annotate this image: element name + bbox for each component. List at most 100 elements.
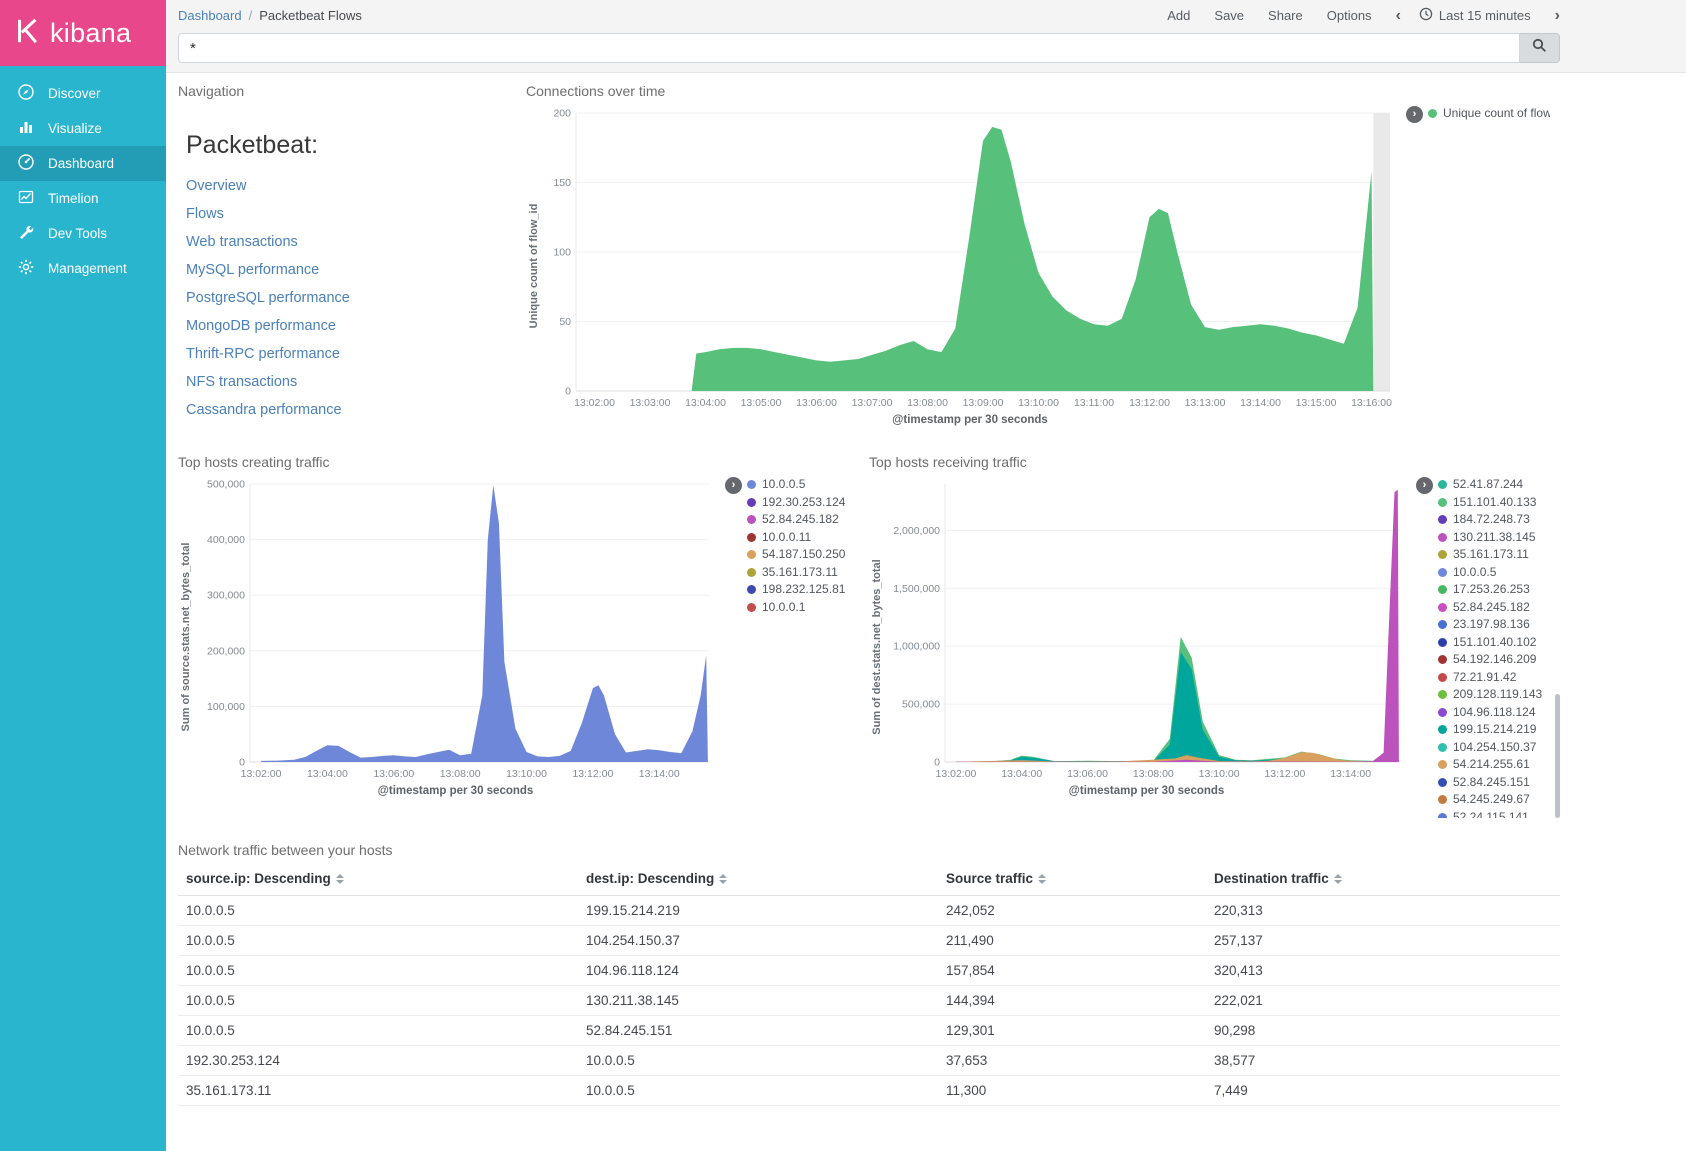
svg-text:13:08:00: 13:08:00 (907, 397, 948, 409)
legend-item[interactable]: 209.128.119.143 (1438, 686, 1542, 704)
legend-color-dot (1438, 795, 1447, 804)
receiving-traffic-area-chart[interactable]: 0500,0001,000,0001,500,0002,000,00013:02… (885, 476, 1408, 782)
time-back-button[interactable]: ‹ (1396, 8, 1401, 24)
breadcrumb: Dashboard / Packetbeat Flows Add Save Sh… (178, 0, 1560, 31)
kibana-logo[interactable]: kibana (0, 0, 166, 66)
legend-item[interactable]: 52.41.87.244 (1438, 476, 1542, 494)
sort-icon (1334, 874, 1342, 884)
legend-color-dot (747, 498, 756, 507)
legend-item[interactable]: 10.0.0.5 (1438, 564, 1542, 582)
legend-scrollbar[interactable] (1555, 694, 1560, 818)
svg-text:13:03:00: 13:03:00 (630, 397, 671, 409)
svg-text:13:05:00: 13:05:00 (741, 397, 782, 409)
svg-text:200: 200 (553, 108, 571, 120)
svg-text:13:04:00: 13:04:00 (685, 397, 726, 409)
nav-link-flows[interactable]: Flows (186, 200, 526, 228)
legend-toggle-button[interactable]: › (1416, 477, 1433, 494)
legend-toggle-button[interactable]: › (1406, 106, 1423, 123)
timepicker-button[interactable]: Last 15 minutes (1419, 7, 1531, 24)
table-cell: 11,300 (938, 1076, 1206, 1106)
nav-link-mysql-performance[interactable]: MySQL performance (186, 256, 526, 284)
add-button[interactable]: Add (1167, 8, 1190, 23)
table-cell: 7,449 (1206, 1076, 1560, 1106)
options-button[interactable]: Options (1327, 8, 1372, 23)
table-row: 35.161.173.1110.0.0.511,3007,449 (178, 1076, 1560, 1106)
legend-item[interactable]: 10.0.0.5 (747, 476, 845, 494)
panel-title: Top hosts receiving traffic (869, 452, 1560, 474)
column-header-dest-ip[interactable]: dest.ip: Descending (578, 862, 938, 896)
breadcrumb-dashboard-link[interactable]: Dashboard (178, 8, 242, 23)
legend-item[interactable]: 104.254.150.37 (1438, 739, 1542, 757)
legend-item[interactable]: 10.0.0.11 (747, 529, 845, 547)
sidebar-item-dev-tools[interactable]: Dev Tools (0, 216, 166, 251)
svg-text:50: 50 (559, 316, 571, 328)
nav-link-cassandra-performance[interactable]: Cassandra performance (186, 396, 526, 424)
nav-link-postgresql-performance[interactable]: PostgreSQL performance (186, 284, 526, 312)
sidebar-item-label: Management (48, 261, 127, 276)
connections-area-chart[interactable]: 05010015020013:02:0013:03:0013:04:0013:0… (542, 105, 1398, 411)
column-header-destination-traffic[interactable]: Destination traffic (1206, 862, 1560, 896)
legend-item[interactable]: 192.30.253.124 (747, 494, 845, 512)
sidebar-item-discover[interactable]: Discover (0, 76, 166, 111)
nav-link-web-transactions[interactable]: Web transactions (186, 228, 526, 256)
legend-item[interactable]: 52.24.115.141 (1438, 809, 1542, 819)
legend-item[interactable]: 35.161.173.11 (1438, 546, 1542, 564)
legend-label: 10.0.0.11 (762, 529, 811, 547)
svg-text:13:08:00: 13:08:00 (440, 768, 481, 780)
table-row: 10.0.0.5130.211.38.145144,394222,021 (178, 986, 1560, 1016)
sidebar-item-visualize[interactable]: Visualize (0, 111, 166, 146)
table-cell: 104.96.118.124 (578, 956, 938, 986)
panel-navigation: Navigation Packetbeat: OverviewFlowsWeb … (178, 81, 526, 426)
share-button[interactable]: Share (1268, 8, 1303, 23)
column-header-source-traffic[interactable]: Source traffic (938, 862, 1206, 896)
legend-item[interactable]: 10.0.0.1 (747, 599, 845, 617)
legend-item[interactable]: 35.161.173.11 (747, 564, 845, 582)
legend-item[interactable]: 198.232.125.81 (747, 581, 845, 599)
nav-link-thrift-rpc-performance[interactable]: Thrift-RPC performance (186, 340, 526, 368)
sidebar-item-dashboard[interactable]: Dashboard (0, 146, 166, 181)
legend-item[interactable]: 17.253.26.253 (1438, 581, 1542, 599)
legend-item[interactable]: 130.211.38.145 (1438, 529, 1542, 547)
legend-color-dot (1438, 480, 1447, 489)
table-cell: 104.254.150.37 (578, 926, 938, 956)
legend-item[interactable]: Unique count of flow... (1428, 105, 1550, 123)
legend-item[interactable]: 54.187.150.250 (747, 546, 845, 564)
search-input[interactable] (178, 33, 1520, 63)
timeseries-icon (17, 188, 35, 209)
legend-item[interactable]: 54.214.255.61 (1438, 756, 1542, 774)
legend-item[interactable]: 104.96.118.124 (1438, 704, 1542, 722)
legend-item[interactable]: 151.101.40.102 (1438, 634, 1542, 652)
save-button[interactable]: Save (1214, 8, 1244, 23)
sort-icon (719, 874, 727, 884)
time-forward-button[interactable]: › (1555, 8, 1560, 24)
legend-toggle-button[interactable]: › (725, 477, 742, 494)
sidebar-item-management[interactable]: Management (0, 251, 166, 286)
nav-link-nfs-transactions[interactable]: NFS transactions (186, 368, 526, 396)
sidebar-menu: Discover Visualize Dashboard Timelion De… (0, 66, 166, 286)
traffic-table: source.ip: Descending dest.ip: Descendin… (178, 862, 1560, 1106)
search-button[interactable] (1520, 33, 1560, 63)
sidebar-item-timelion[interactable]: Timelion (0, 181, 166, 216)
svg-text:13:04:00: 13:04:00 (1001, 768, 1042, 780)
legend-item[interactable]: 23.197.98.136 (1438, 616, 1542, 634)
legend-color-dot (747, 603, 756, 612)
legend-item[interactable]: 199.15.214.219 (1438, 721, 1542, 739)
nav-link-overview[interactable]: Overview (186, 172, 526, 200)
svg-text:13:13:00: 13:13:00 (1185, 397, 1226, 409)
legend-item[interactable]: 52.84.245.151 (1438, 774, 1542, 792)
nav-link-mongodb-performance[interactable]: MongoDB performance (186, 312, 526, 340)
legend-item[interactable]: 151.101.40.133 (1438, 494, 1542, 512)
column-header-source-ip[interactable]: source.ip: Descending (178, 862, 578, 896)
legend-item[interactable]: 52.84.245.182 (747, 511, 845, 529)
legend-item[interactable]: 184.72.248.73 (1438, 511, 1542, 529)
creating-traffic-area-chart[interactable]: 0100,000200,000300,000400,000500,00013:0… (194, 476, 717, 782)
navigation-heading: Packetbeat: (178, 131, 526, 160)
legend-item[interactable]: 72.21.91.42 (1438, 669, 1542, 687)
x-axis-title: @timestamp per 30 seconds (378, 785, 534, 797)
panel-top-hosts-creating-traffic: Top hosts creating traffic Sum of source… (178, 452, 869, 818)
legend-label: 10.0.0.5 (762, 476, 805, 494)
legend-color-dot (1438, 690, 1447, 699)
legend-item[interactable]: 54.192.146.209 (1438, 651, 1542, 669)
legend-item[interactable]: 54.245.249.67 (1438, 791, 1542, 809)
legend-item[interactable]: 52.84.245.182 (1438, 599, 1542, 617)
